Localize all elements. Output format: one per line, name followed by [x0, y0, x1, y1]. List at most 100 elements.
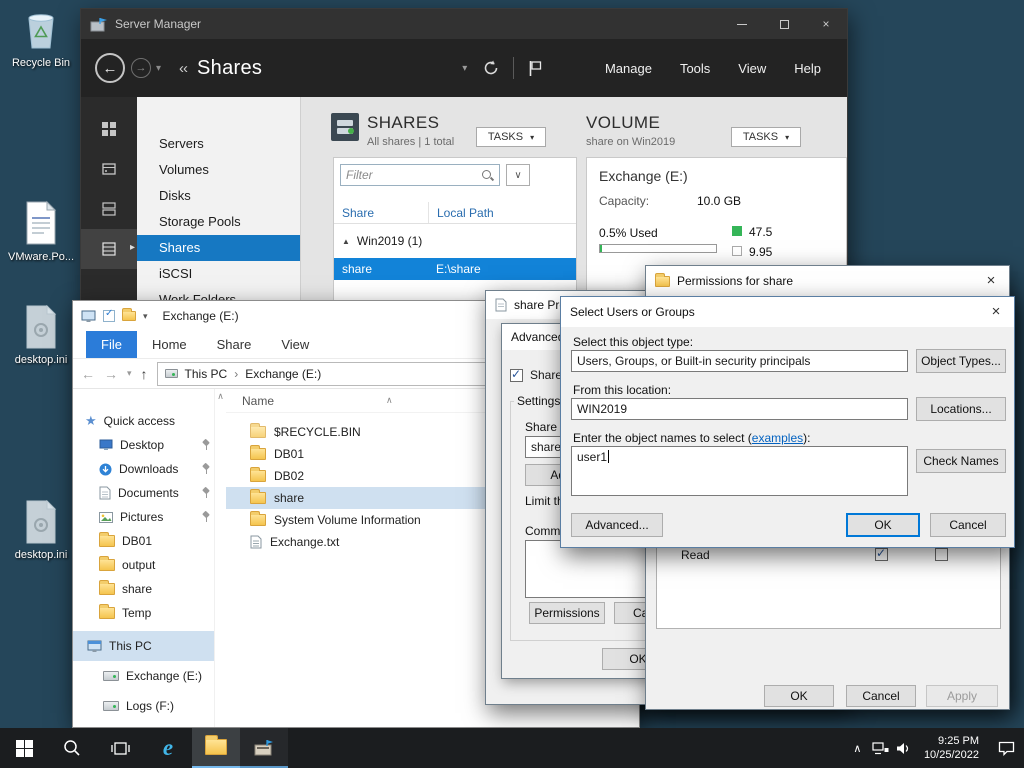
subnav-item-iscsi[interactable]: iSCSI: [137, 261, 300, 287]
minimize-button[interactable]: [721, 9, 763, 39]
sidebar-item-all-servers[interactable]: [81, 189, 137, 229]
cancel-button[interactable]: Cancel: [846, 685, 916, 707]
file-row-share-selected[interactable]: share: [226, 487, 488, 509]
nav-pictures[interactable]: Pictures: [73, 505, 214, 529]
taskbar-clock[interactable]: 9:25 PM 10/25/2022: [915, 734, 988, 763]
cancel-button[interactable]: Cancel: [930, 513, 1006, 537]
search-button[interactable]: [48, 728, 96, 768]
nav-exchange-drive[interactable]: Exchange (E:): [73, 661, 214, 691]
desktop-icon-desktop-ini-2[interactable]: desktop.ini: [8, 499, 74, 562]
server-manager-button[interactable]: [240, 728, 288, 768]
subnav-item-storage-pools[interactable]: Storage Pools: [137, 209, 300, 235]
tab-home[interactable]: Home: [137, 331, 202, 358]
ok-button[interactable]: OK: [846, 513, 920, 537]
menu-view[interactable]: View: [738, 61, 766, 76]
allow-read-checkbox[interactable]: [875, 546, 888, 561]
start-button[interactable]: [0, 728, 48, 768]
nav-db01[interactable]: DB01: [73, 529, 214, 553]
filter-options-button[interactable]: ∨: [506, 164, 530, 186]
location-input[interactable]: WIN2019: [571, 398, 908, 420]
column-header-share[interactable]: Share: [334, 202, 428, 223]
breadcrumb: Shares: [197, 56, 263, 79]
object-names-textarea[interactable]: user1: [571, 446, 908, 496]
show-hidden-icons-button[interactable]: ∧: [846, 742, 869, 755]
menu-tools[interactable]: Tools: [680, 61, 710, 76]
notifications-button[interactable]: [528, 60, 542, 77]
object-types-button[interactable]: Object Types...: [916, 349, 1006, 373]
nav-output[interactable]: output: [73, 553, 214, 577]
shares-tasks-button[interactable]: TASKS ▾: [476, 127, 546, 147]
maximize-button[interactable]: [763, 9, 805, 39]
desktop-icon-desktop-ini-1[interactable]: desktop.ini: [8, 304, 74, 367]
nav-this-pc[interactable]: This PC: [73, 631, 214, 661]
quick-access-toolbar-dropdown-icon[interactable]: ▾: [143, 311, 148, 322]
file-explorer-button[interactable]: [192, 728, 240, 768]
folder-icon: [250, 467, 266, 482]
advanced-button[interactable]: Advanced...: [571, 513, 663, 537]
shares-group-row[interactable]: ▲ Win2019 (1): [334, 230, 576, 252]
locations-button[interactable]: Locations...: [916, 397, 1006, 421]
column-header-local-path[interactable]: Local Path: [428, 202, 494, 223]
nav-logs-drive[interactable]: Logs (F:): [73, 691, 214, 721]
breadcrumb-exchange[interactable]: Exchange (E:): [245, 367, 321, 381]
action-center-button[interactable]: [988, 741, 1024, 756]
nav-desktop[interactable]: Desktop: [73, 433, 214, 457]
sidebar-item-dashboard[interactable]: [81, 109, 137, 149]
volume-tasks-button[interactable]: TASKS ▾: [731, 127, 801, 147]
nav-temp[interactable]: Temp: [73, 601, 214, 625]
forward-button[interactable]: →: [131, 58, 151, 78]
nav-documents[interactable]: Documents: [73, 481, 214, 505]
shares-filter-input[interactable]: Filter: [340, 164, 500, 186]
close-icon: ×: [822, 17, 830, 31]
tab-view[interactable]: View: [266, 331, 324, 358]
back-button[interactable]: ←: [95, 53, 125, 83]
task-view-button[interactable]: [96, 728, 144, 768]
nav-scrollbar[interactable]: ∧: [214, 389, 226, 727]
subnav-item-shares[interactable]: Shares: [137, 235, 300, 261]
breadcrumb-collapse[interactable]: ‹‹: [179, 60, 188, 77]
menu-help[interactable]: Help: [794, 61, 821, 76]
recent-locations-dropdown-icon[interactable]: ▾: [127, 368, 132, 379]
nav-share[interactable]: share: [73, 577, 214, 601]
sidebar-item-file-storage-services[interactable]: ▸: [81, 229, 137, 269]
back-button[interactable]: ←: [81, 366, 95, 382]
subnav-item-volumes[interactable]: Volumes: [137, 157, 300, 183]
volume-name: Exchange (E:): [599, 168, 688, 184]
desktop-icon-label: desktop.ini: [14, 354, 68, 366]
share-row-selected[interactable]: share E:\share: [334, 258, 576, 280]
breadcrumb-this-pc[interactable]: This PC: [185, 367, 228, 381]
apply-button[interactable]: Apply: [926, 685, 998, 707]
subnav-item-servers[interactable]: Servers: [137, 131, 300, 157]
tab-share[interactable]: Share: [202, 331, 267, 358]
new-folder-icon[interactable]: [122, 308, 136, 321]
examples-link[interactable]: examples: [752, 431, 803, 445]
column-header-name[interactable]: Name ∧: [226, 389, 488, 413]
volume-button[interactable]: [892, 742, 915, 755]
ok-button[interactable]: OK: [764, 685, 834, 707]
menu-manage[interactable]: Manage: [605, 61, 652, 76]
check-names-button[interactable]: Check Names: [916, 449, 1006, 473]
properties-check-icon[interactable]: [103, 308, 115, 322]
permissions-button[interactable]: Permissions: [529, 602, 605, 624]
network-button[interactable]: [869, 741, 892, 755]
breadcrumb-dropdown-icon[interactable]: ▾: [462, 63, 467, 74]
windows-logo-icon: [15, 739, 33, 757]
nav-downloads[interactable]: Downloads: [73, 457, 214, 481]
desktop-icon-recycle-bin[interactable]: Recycle Bin: [8, 6, 74, 70]
tab-file[interactable]: File: [86, 331, 137, 358]
close-button[interactable]: ×: [805, 9, 847, 39]
close-button[interactable]: ×: [973, 266, 1009, 295]
close-button[interactable]: ×: [978, 297, 1014, 326]
refresh-button[interactable]: [483, 60, 499, 76]
sidebar-item-local-server[interactable]: [81, 149, 137, 189]
object-type-input[interactable]: Users, Groups, or Built-in security prin…: [571, 350, 908, 372]
nav-dropdown-icon[interactable]: ▾: [156, 63, 161, 74]
internet-explorer-button[interactable]: e: [144, 728, 192, 768]
subnav-item-disks[interactable]: Disks: [137, 183, 300, 209]
desktop-icon-vmware[interactable]: VMware.Po...: [8, 200, 74, 264]
clock-time: 9:25 PM: [938, 734, 979, 747]
nav-quick-access[interactable]: ★ Quick access: [73, 409, 214, 433]
deny-read-checkbox[interactable]: [935, 548, 948, 561]
forward-button[interactable]: →: [104, 366, 118, 382]
up-button[interactable]: ↑: [141, 366, 148, 382]
